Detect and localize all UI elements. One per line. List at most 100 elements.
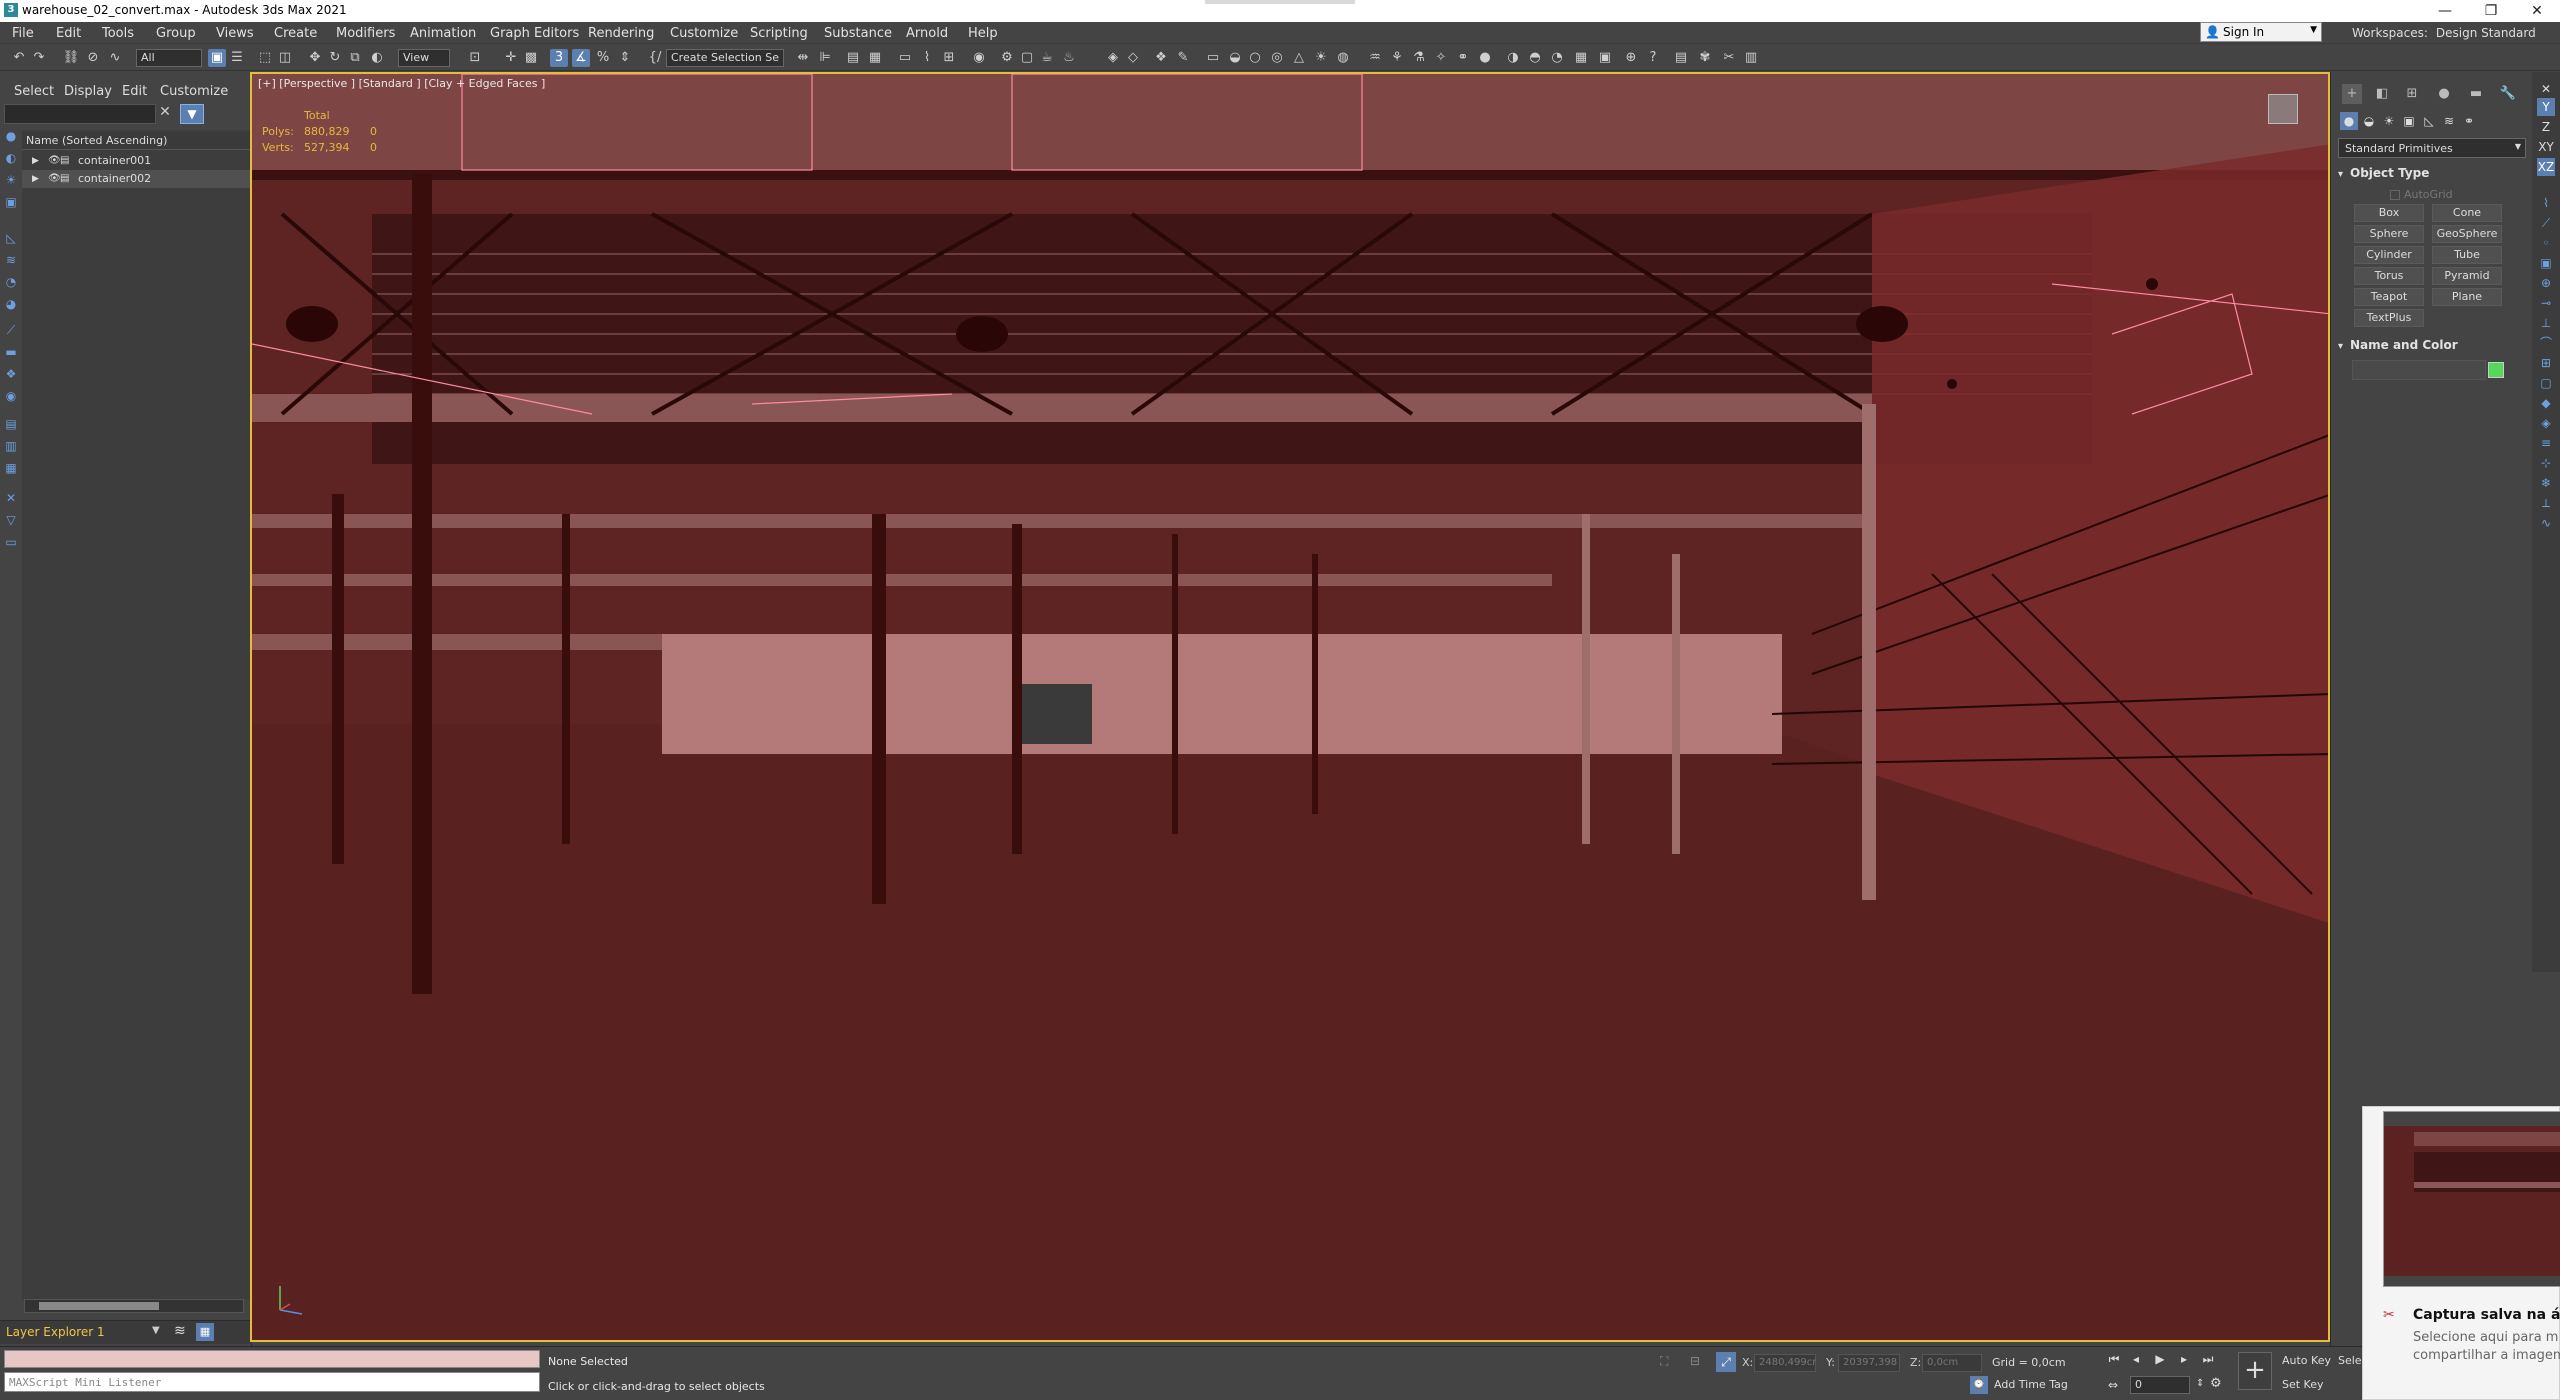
link-icon[interactable]: ⛓ (62, 49, 80, 67)
autogrid-checkbox[interactable]: AutoGrid (2390, 188, 2453, 201)
find-icon[interactable]: ▽ (3, 512, 19, 528)
light-icon[interactable]: ☀ (1312, 49, 1330, 67)
cone-prim-icon[interactable]: △ (1290, 49, 1308, 67)
end-point-icon[interactable]: ◆ (2537, 394, 2555, 412)
perpendicular-icon[interactable]: ⊥ (2537, 314, 2555, 332)
primitive-category-dropdown[interactable]: Standard Primitives ▼ (2338, 138, 2526, 158)
minimize-button[interactable]: — (2422, 0, 2468, 22)
display-frozen-icon[interactable]: ◉ (3, 388, 19, 404)
snap-options-icon[interactable]: ≡ (2537, 434, 2555, 452)
camera-icon[interactable]: ◍ (1334, 49, 1352, 67)
layer-explorer-label[interactable]: Layer Explorer 1 (6, 1325, 105, 1339)
set-keys-button[interactable]: + (2238, 1352, 2272, 1390)
menu-customize[interactable]: Customize (670, 26, 738, 41)
eye-icon[interactable]: 👁 (48, 170, 61, 188)
hierarchy-tab-icon[interactable]: ⊞ (2402, 84, 2422, 104)
y-axis-icon[interactable]: Y (2537, 98, 2555, 116)
script-editor-icon[interactable]: ✂ (1720, 49, 1738, 67)
schematic-view-icon[interactable]: ⊞ (940, 49, 958, 67)
z-axis-icon[interactable]: Z (2537, 118, 2555, 136)
auto-key-button[interactable]: Auto Key (2282, 1354, 2331, 1367)
go-to-start-icon[interactable]: ⏮ (2106, 1352, 2122, 1370)
menu-rendering[interactable]: Rendering (588, 26, 654, 41)
menu-modifiers[interactable]: Modifiers (336, 26, 395, 41)
current-frame-field[interactable]: 0 (2130, 1376, 2190, 1394)
ref-coord-dropdown[interactable]: View (398, 49, 450, 67)
menu-file[interactable]: File (12, 26, 34, 41)
display-particles-icon[interactable]: ❖ (3, 366, 19, 382)
modify-tab-icon[interactable]: ◧ (2372, 84, 2392, 104)
substance-2-icon[interactable]: ✎ (1174, 49, 1192, 67)
maxscript-output[interactable] (4, 1350, 540, 1368)
viewport-config-icon[interactable]: ◔ (1548, 49, 1566, 67)
select-manipulate-icon[interactable]: ✛ (502, 49, 520, 67)
snap-to-frozen-icon[interactable]: ❄ (2537, 474, 2555, 492)
scrollbar-thumb[interactable] (39, 1302, 159, 1310)
pivot-snap-icon[interactable]: ⊕ (2537, 274, 2555, 292)
pyramid-button[interactable]: Pyramid (2432, 267, 2502, 285)
xy-plane-icon[interactable]: XY (2537, 138, 2555, 156)
selection-filter-dropdown[interactable]: All (136, 49, 202, 67)
menu-animation[interactable]: Animation (410, 26, 476, 41)
axis-constraint-icon[interactable]: ⊹ (2537, 454, 2555, 472)
rect-selection-icon[interactable]: ⬚ (256, 49, 274, 67)
plugin-icon[interactable]: ✾ (1696, 49, 1714, 67)
eye-icon[interactable]: 👁 (48, 152, 61, 170)
menu-tools[interactable]: Tools (102, 26, 134, 41)
helper-icon[interactable]: ♒ (1366, 49, 1384, 67)
chevron-down-icon[interactable]: ▼ (152, 1325, 160, 1336)
layers-icon[interactable]: ▭ (3, 534, 19, 550)
menu-group[interactable]: Group (156, 26, 196, 41)
vertex-icon[interactable]: ◦ (2537, 234, 2555, 252)
box-button[interactable]: Box (2354, 204, 2424, 222)
add-time-tag[interactable]: Add Time Tag (1994, 1378, 2094, 1391)
tree-row-container002[interactable]: ▶ 👁 ▤ container002 (22, 170, 250, 188)
keyboard-shortcut-icon[interactable]: ▩ (522, 49, 540, 67)
frame-spinner-icon[interactable]: ⇕ (2196, 1378, 2204, 1389)
snaps-toggle-icon[interactable]: 3 (550, 49, 568, 67)
rendered-frame-icon[interactable]: ▢ (1018, 49, 1036, 67)
play-icon[interactable]: ▶ (2152, 1352, 2168, 1370)
help-icon[interactable]: ? (1644, 49, 1662, 67)
expand-icon[interactable]: ▶ (32, 152, 39, 170)
display-helpers-icon[interactable]: ◺ (3, 230, 19, 246)
sign-in-button[interactable]: 👤 Sign In ▼ (2200, 22, 2322, 42)
screenshot-notification[interactable]: ✂ Captura salva na área Selecione aqui p… (2362, 1106, 2560, 1400)
window-crossing-icon[interactable]: ◫ (276, 49, 294, 67)
unlink-icon[interactable]: ⊘ (84, 49, 102, 67)
viewport-shading-icon[interactable]: ◑ (1504, 49, 1522, 67)
motion-tab-icon[interactable]: ● (2434, 84, 2454, 104)
menu-create[interactable]: Create (274, 26, 317, 41)
textplus-button[interactable]: TextPlus (2354, 309, 2424, 327)
angle-snap-icon[interactable]: ∡ (572, 49, 590, 67)
tab-customize[interactable]: Customize (160, 84, 228, 99)
tangent-icon[interactable]: ⌒ (2537, 334, 2555, 352)
named-selection-icon[interactable]: {/ (646, 49, 664, 67)
object-type-rollout[interactable]: ▾ Object Type (2338, 164, 2526, 182)
display-lights-icon[interactable]: ☀ (3, 172, 19, 188)
close-icon[interactable]: ✕ (2537, 80, 2555, 98)
curve-editor-icon[interactable]: ⌇ (918, 49, 936, 67)
object-color-swatch[interactable] (2488, 362, 2504, 378)
menu-arnold[interactable]: Arnold (906, 26, 948, 41)
object-name-field[interactable] (2352, 360, 2486, 380)
x-coordinate[interactable]: 2480,499cr (1754, 1354, 1816, 1372)
time-config-icon[interactable]: ⚙ (2210, 1376, 2222, 1391)
tree-row-container001[interactable]: ▶ 👁 ▤ container001 (22, 152, 250, 170)
teapot-button[interactable]: Teapot (2354, 288, 2424, 306)
layer-explorer-icon[interactable]: ▦ (866, 49, 884, 67)
display-cameras-icon[interactable]: ▣ (3, 194, 19, 210)
plane-prim-icon[interactable]: ▭ (1204, 49, 1222, 67)
select-object-icon[interactable]: ▣ (208, 49, 226, 67)
workspaces-selector[interactable]: Workspaces: Design Standard (2352, 26, 2536, 40)
tab-display[interactable]: Display (64, 84, 112, 99)
xz-plane-icon[interactable]: XZ (2537, 158, 2555, 176)
shapes-icon[interactable]: ◒ (2360, 112, 2378, 130)
grid-point-icon[interactable]: ⊞ (2537, 354, 2555, 372)
spacewarp-icon[interactable]: ⚘ (1388, 49, 1406, 67)
ribbon-icon[interactable]: ▭ (896, 49, 914, 67)
systems-icon[interactable]: ⚭ (2460, 112, 2478, 130)
display-spacewarps-icon[interactable]: ≋ (3, 252, 19, 268)
plane-button[interactable]: Plane (2432, 288, 2502, 306)
viewport-label[interactable]: [+] [Perspective ] [Standard ] [Clay + E… (258, 77, 545, 90)
